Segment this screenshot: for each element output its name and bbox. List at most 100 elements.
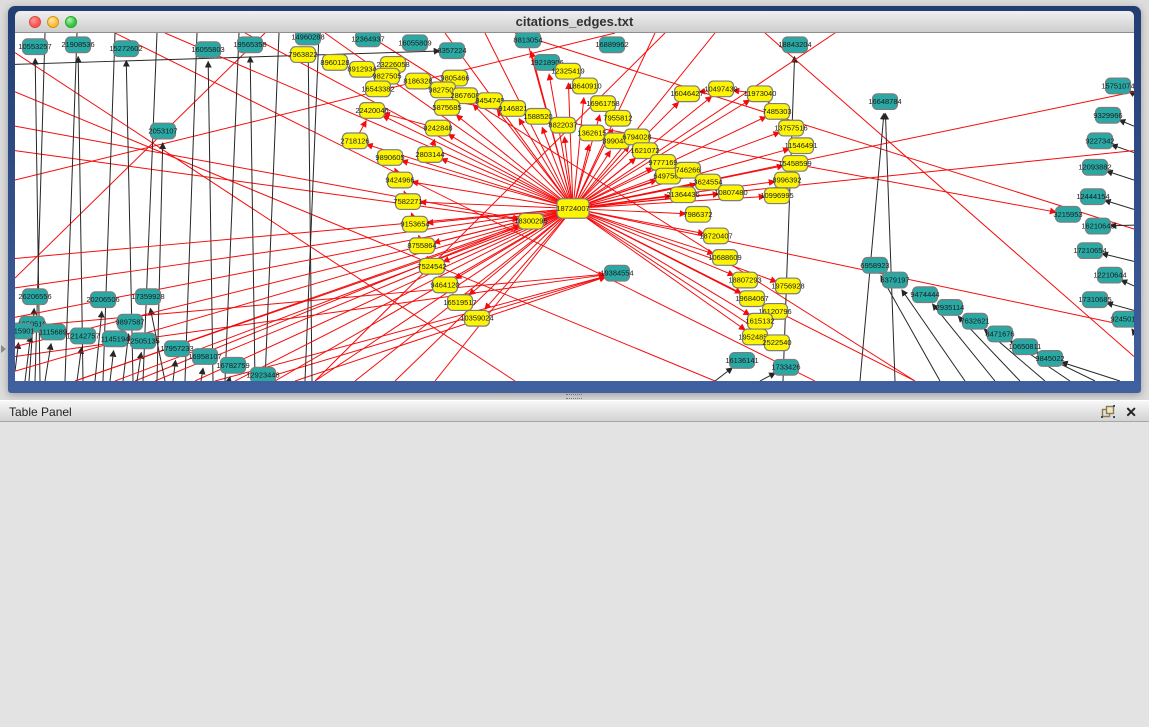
graph-node-label: 16961758 xyxy=(586,99,619,108)
graph-edge[interactable] xyxy=(173,360,176,381)
graph-node-label: 3915901 xyxy=(15,327,35,336)
graph-edge[interactable] xyxy=(1106,171,1134,180)
graph-node-label: 20206506 xyxy=(86,295,119,304)
graph-node-label: 1588520 xyxy=(523,112,552,121)
graph-node-label: 19565358 xyxy=(233,40,266,49)
panel-resize-handle[interactable] xyxy=(566,394,582,399)
graph-edge[interactable] xyxy=(760,373,775,381)
graph-node-label: 10807480 xyxy=(714,188,747,197)
graph-edge[interactable] xyxy=(315,208,573,381)
graph-node-label: 9474444 xyxy=(910,290,939,299)
graph-node-label: 9153654 xyxy=(400,220,429,229)
graph-edge[interactable] xyxy=(441,159,573,209)
graph-node-label: 2053107 xyxy=(148,127,177,136)
graph-node-label: 9827505 xyxy=(372,72,401,81)
graph-edge[interactable] xyxy=(573,208,686,213)
graph-node-label: 18300295 xyxy=(514,217,547,226)
graph-edge[interactable] xyxy=(126,60,133,381)
graph-edge[interactable] xyxy=(137,352,141,381)
table-panel: Table Panel ✕ xyxy=(0,400,1149,727)
graph-node-label: 15751074 xyxy=(1101,81,1134,90)
graph-node-label: 12093882 xyxy=(1078,163,1111,172)
graph-node-label: 1615132 xyxy=(745,317,774,326)
graph-edge[interactable] xyxy=(185,33,197,381)
graph-edge[interactable] xyxy=(110,351,114,381)
graph-node-label: 26206556 xyxy=(18,292,51,301)
graph-node-label: 7955812 xyxy=(603,114,632,123)
graph-node-label: 21364436 xyxy=(666,190,699,199)
graph-node-label: 6379197 xyxy=(880,276,909,285)
graph-node-label: 16543382 xyxy=(361,84,394,93)
graph-node-label: 3215953 xyxy=(1053,210,1082,219)
graph-node-label: 2935114 xyxy=(936,303,965,312)
graph-edge[interactable] xyxy=(515,33,1134,229)
graph-edge[interactable] xyxy=(715,368,733,381)
graph-node-label: 22420046 xyxy=(355,106,388,115)
graph-node-label: 3624554 xyxy=(693,178,722,187)
graph-node-label: 12364937 xyxy=(351,34,384,43)
graph-edge[interactable] xyxy=(165,33,573,208)
graph-edge[interactable] xyxy=(1104,200,1134,209)
graph-edge[interactable] xyxy=(103,33,115,381)
graph-node-label: 8813054 xyxy=(513,35,542,44)
graph-node-label: 10497439 xyxy=(704,84,737,93)
graph-node-label: 8822037 xyxy=(548,121,577,130)
graph-node-label: 19756928 xyxy=(771,281,804,290)
graph-edge[interactable] xyxy=(1119,120,1134,126)
graph-node-label: 9227342 xyxy=(1085,136,1114,145)
graph-node-label: 16782759 xyxy=(216,361,249,370)
graph-node-label: 16055803 xyxy=(191,45,224,54)
graph-edge[interactable] xyxy=(1132,329,1134,332)
graph-node-label: 7986372 xyxy=(683,210,712,219)
graph-edge[interactable] xyxy=(15,208,573,287)
graph-node-label: 18720407 xyxy=(699,231,732,240)
graph-node-label: 19684067 xyxy=(735,294,768,303)
graph-edge[interactable] xyxy=(201,368,203,381)
graph-node-label: 12325419 xyxy=(551,67,584,76)
graph-node-label: 9777169 xyxy=(648,158,677,167)
graph-node-label: 16046427 xyxy=(670,89,703,98)
graph-edge[interactable] xyxy=(1121,280,1134,286)
graph-node-label: 8755864 xyxy=(407,241,436,250)
graph-node-label: 1733426 xyxy=(771,363,800,372)
window-title: citations_edges.txt xyxy=(15,11,1134,33)
graph-node-label: 8996392 xyxy=(772,176,801,185)
graph-node-label: 10650811 xyxy=(1009,342,1042,351)
graph-node-label: 9845022 xyxy=(1035,354,1064,363)
graph-node-label: 9329966 xyxy=(1093,111,1122,120)
graph-edge[interactable] xyxy=(250,57,255,381)
graph-node-label: 9897587 xyxy=(115,318,144,327)
network-window-titlebar[interactable]: citations_edges.txt xyxy=(15,11,1134,33)
graph-edge[interactable] xyxy=(573,98,584,209)
network-canvas[interactable]: 1872400710553257219085361527260216055803… xyxy=(15,33,1134,381)
graph-node-label: 7582271 xyxy=(393,197,422,206)
graph-node-label: 9242848 xyxy=(423,124,452,133)
graph-node-label: 7524542 xyxy=(417,262,446,271)
graph-node-label: 9424966 xyxy=(385,176,414,185)
graph-node-label: 10688609 xyxy=(708,253,741,262)
graph-node-label: 8960128 xyxy=(320,58,349,67)
left-panel-collapse-arrow[interactable] xyxy=(1,345,6,353)
graph-node-label: 7963822 xyxy=(288,50,317,59)
float-panel-icon[interactable] xyxy=(1101,405,1115,419)
graph-node-label: 10359024 xyxy=(460,314,493,323)
graph-node-label: 8471676 xyxy=(985,329,1014,338)
graph-node-label: 2803144 xyxy=(415,150,444,159)
graph-node-label: 18807293 xyxy=(728,276,761,285)
graph-edge[interactable] xyxy=(265,33,279,381)
graph-node-label: 12505135 xyxy=(126,336,159,345)
graph-node-label: 12210644 xyxy=(1093,271,1126,280)
graph-edge[interactable] xyxy=(860,113,884,381)
graph-edge[interactable] xyxy=(305,33,319,381)
graph-node-label: 746266 xyxy=(676,166,701,175)
graph-edge[interactable] xyxy=(1061,362,1120,381)
graph-node-label: 10553257 xyxy=(18,42,51,51)
graph-edge[interactable] xyxy=(195,208,573,381)
graph-edge[interactable] xyxy=(885,113,895,381)
network-window: citations_edges.txt 18724007105532572190… xyxy=(8,6,1141,393)
graph-node-label: 21908536 xyxy=(61,40,94,49)
graph-node-label: 1145194 xyxy=(101,334,130,343)
graph-edge[interactable] xyxy=(15,151,519,220)
graph-node-label: 7632621 xyxy=(960,317,989,326)
close-panel-icon[interactable]: ✕ xyxy=(1125,403,1137,421)
